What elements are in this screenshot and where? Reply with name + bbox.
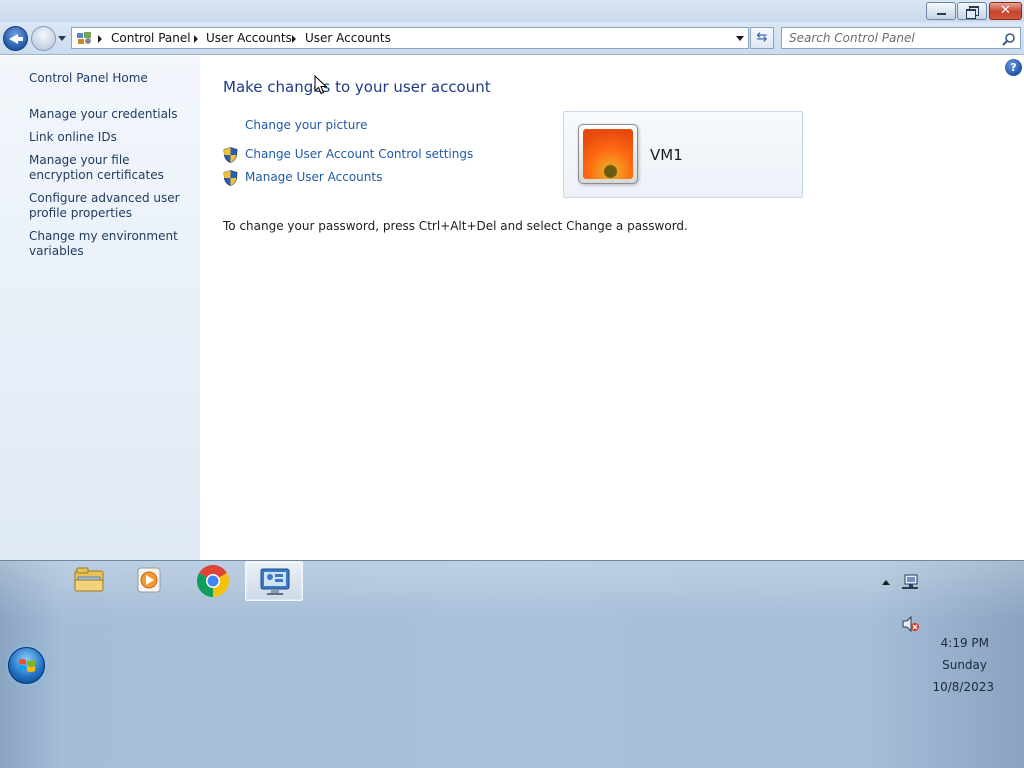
help-button[interactable]: ? [1005, 59, 1022, 76]
uac-shield-icon [223, 170, 238, 186]
volume-muted-icon[interactable] [902, 616, 920, 632]
refresh-icon: ⇆ [756, 30, 768, 45]
address-bar[interactable]: Control Panel User Accounts User Account… [71, 27, 749, 49]
network-icon[interactable] [901, 574, 919, 590]
maximize-button[interactable] [957, 2, 987, 20]
mouse-cursor-icon [314, 75, 328, 95]
minimize-button[interactable] [926, 2, 956, 20]
account-picture[interactable] [578, 124, 638, 184]
control-panel-window: ✕ Control Panel User Accounts User Accou… [0, 0, 1024, 560]
change-picture-link[interactable]: Change your picture [245, 118, 367, 132]
control-panel-home-link[interactable]: Control Panel Home [29, 71, 194, 86]
navigation-bar: Control Panel User Accounts User Account… [0, 22, 1024, 55]
flower-picture [583, 129, 633, 179]
breadcrumb-current-page[interactable]: User Accounts [305, 31, 391, 45]
control-panel-icon [77, 32, 91, 44]
close-icon: ✕ [1000, 3, 1011, 18]
control-panel-icon [260, 568, 290, 595]
taskbar-control-panel[interactable] [245, 561, 303, 601]
uac-shield-icon [223, 147, 238, 163]
title-bar[interactable]: ✕ [0, 0, 1024, 22]
back-button[interactable] [3, 26, 28, 51]
clock-date[interactable]: 10/8/2023 [914, 680, 994, 694]
search-input[interactable] [789, 31, 999, 45]
breadcrumb-separator[interactable] [194, 35, 198, 43]
show-hidden-icons-button[interactable] [882, 580, 890, 585]
windows-logo-icon [19, 659, 35, 672]
media-player-icon [137, 567, 161, 593]
account-name: VM1 [650, 146, 683, 164]
breadcrumb-user-accounts[interactable]: User Accounts [206, 31, 292, 45]
taskbar-chrome[interactable] [184, 561, 242, 601]
account-card: VM1 [563, 111, 803, 198]
recent-pages-dropdown[interactable] [58, 36, 66, 41]
left-navigation-pane: Control Panel Home Manage your credentia… [0, 56, 200, 560]
link-online-ids-link[interactable]: Link online IDs [29, 130, 194, 145]
clock-day[interactable]: Sunday [907, 658, 987, 672]
breadcrumb-separator[interactable] [98, 35, 102, 43]
refresh-button[interactable]: ⇆ [750, 27, 774, 49]
environment-variables-link[interactable]: Change my environment variables [29, 229, 194, 259]
start-button[interactable] [8, 647, 45, 684]
uac-settings-link[interactable]: Change User Account Control settings [245, 147, 473, 161]
manage-credentials-link[interactable]: Manage your credentials [29, 107, 194, 122]
manage-user-accounts-link[interactable]: Manage User Accounts [245, 170, 382, 184]
clock-time[interactable]: 4:19 PM [909, 636, 989, 650]
password-instructions: To change your password, press Ctrl+Alt+… [223, 219, 688, 233]
folder-icon [74, 567, 104, 592]
taskbar: 4:19 PM Sunday 10/8/2023 [0, 560, 1024, 768]
file-encryption-certificates-link[interactable]: Manage your file encryption certificates [29, 153, 194, 183]
advanced-profile-properties-link[interactable]: Configure advanced user profile properti… [29, 191, 194, 221]
search-box[interactable] [781, 27, 1021, 49]
search-icon[interactable] [1002, 32, 1016, 46]
chrome-icon [197, 565, 229, 597]
forward-button[interactable] [31, 26, 56, 51]
breadcrumb-separator[interactable] [292, 35, 296, 43]
close-button[interactable]: ✕ [989, 2, 1022, 20]
help-icon: ? [1010, 61, 1017, 74]
breadcrumb-control-panel[interactable]: Control Panel [111, 31, 191, 45]
taskbar-explorer[interactable] [60, 561, 118, 601]
address-history-dropdown[interactable] [736, 36, 744, 41]
page-title: Make changes to your user account [223, 78, 491, 96]
taskbar-media-player[interactable] [121, 561, 179, 601]
